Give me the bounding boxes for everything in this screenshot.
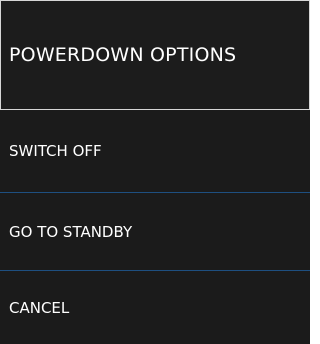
cancel-option[interactable]: CANCEL — [0, 271, 310, 344]
switch-off-label: SWITCH OFF — [9, 142, 102, 160]
cancel-label: CANCEL — [9, 298, 70, 317]
powerdown-menu: POWERDOWN OPTIONS SWITCH OFF GO TO STAND… — [0, 0, 310, 344]
menu-header: POWERDOWN OPTIONS — [0, 0, 310, 110]
switch-off-option[interactable]: SWITCH OFF — [0, 110, 310, 192]
go-to-standby-label: GO TO STANDBY — [9, 222, 133, 241]
menu-title: POWERDOWN OPTIONS — [9, 44, 237, 66]
go-to-standby-option[interactable]: GO TO STANDBY — [0, 193, 310, 270]
